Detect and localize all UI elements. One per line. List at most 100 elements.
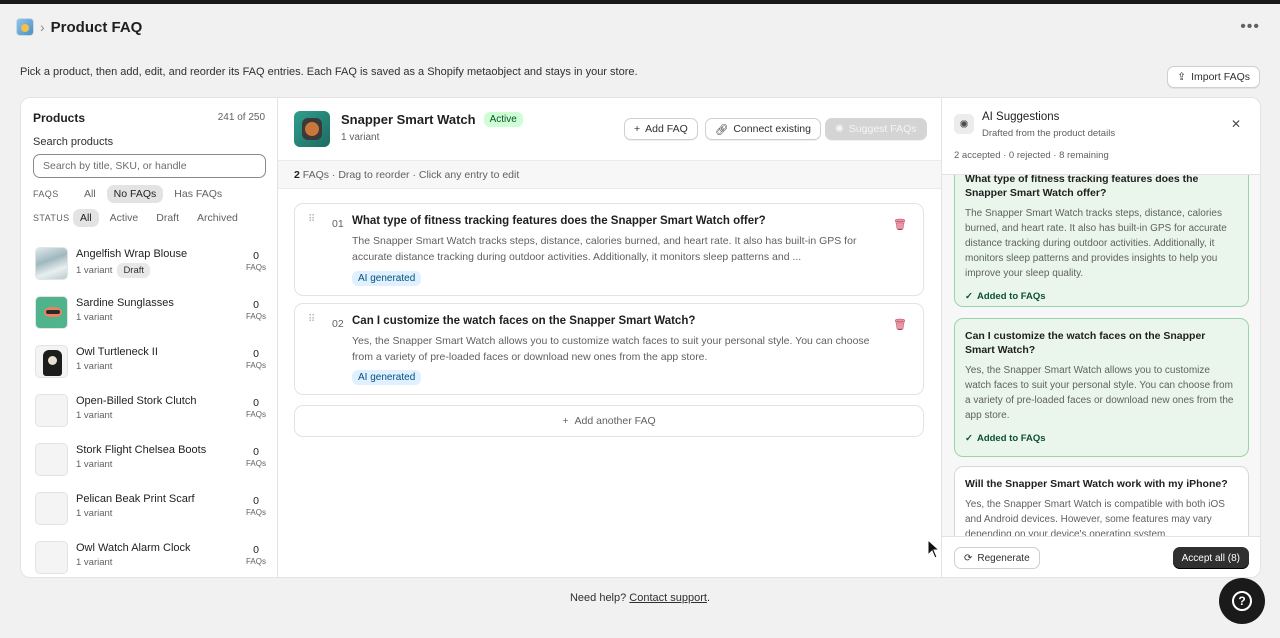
add-another-faq-button[interactable]: + Add another FAQ [294,405,924,437]
products-title: Products [33,111,86,125]
faq-count: 0 [253,397,259,409]
check-icon: ✓ [965,291,973,302]
import-faqs-button[interactable]: ⇪ Import FAQs [1167,66,1260,88]
add-faq-button[interactable]: + Add FAQ [624,118,698,140]
product-variants: 1 variant [76,459,113,470]
faq-filter-no-faqs[interactable]: No FAQs [106,185,164,203]
app-icon[interactable] [16,18,34,36]
suggest-faqs-button[interactable]: ✺ Suggest FAQs [825,118,927,140]
suggestion-answer: The Snapper Smart Watch tracks steps, di… [965,208,1227,279]
main-card: Products 241 of 250 Search products FAQS… [20,97,1261,578]
faq-count-label: FAQs [245,312,266,321]
faq-count: 0 [253,544,259,556]
product-detail-panel: Snapper Smart Watch Active 1 variant + A… [278,98,941,577]
status-filter-active[interactable]: Active [103,209,146,227]
link-icon: 🔗︎ [715,123,729,136]
check-icon: ✓ [965,433,973,444]
faq-filter-label: FAQS [33,189,59,199]
suggestion-card[interactable]: Can I customize the watch faces on the S… [954,318,1249,457]
refresh-icon: ⟳ [964,552,973,564]
product-row[interactable]: Sardine Sunglasses 1 variant 0 FAQs [21,293,278,342]
faq-filter-all[interactable]: All [77,185,103,203]
faq-count: 0 [253,446,259,458]
more-horizontal-icon[interactable]: ••• [1240,18,1260,36]
product-thumbnail [35,296,68,329]
faq-number: 02 [332,318,344,330]
trash-icon[interactable]: 🗑︎ [893,318,907,331]
ai-stats: 2 accepted · 0 rejected · 8 remaining [954,150,1109,161]
footer-text: Need help? [569,592,630,604]
status-filter-label: STATUS [33,213,70,223]
faq-question: What type of fitness tracking features d… [352,215,766,227]
import-faqs-label: Import FAQs [1191,71,1250,83]
product-variants: 1 variant [76,265,113,276]
suggestion-card[interactable]: Will the Snapper Smart Watch work with m… [954,466,1249,536]
add-another-faq-label: Add another FAQ [574,415,656,427]
products-panel: Products 241 of 250 Search products FAQS… [21,98,278,577]
product-title: Snapper Smart Watch [341,112,476,127]
product-name: Angelfish Wrap Blouse [76,248,188,260]
ai-panel-header: ✺ AI Suggestions Drafted from the produc… [942,98,1260,175]
faq-count-label: FAQs [245,508,266,517]
suggestion-answer: Yes, the Snapper Smart Watch is compatib… [965,499,1225,536]
status-filter-row: STATUS All Active Draft Archived [33,209,245,227]
faq-answer: The Snapper Smart Watch tracks steps, di… [352,235,857,263]
status-badge: Draft [117,263,151,278]
top-bar: › Product FAQ ••• [0,4,1280,50]
product-row[interactable]: Pelican Beak Print Scarf 1 variant 0 FAQs [21,489,278,538]
search-input[interactable] [33,154,266,178]
added-label: Added to FAQs [976,433,1046,444]
faq-filter-row: FAQS All No FAQs Has FAQs [33,185,229,203]
product-name: Stork Flight Chelsea Boots [76,444,207,456]
help-icon: ? [1232,591,1252,611]
connect-existing-label: Connect existing [733,123,811,135]
mouse-cursor-icon [927,539,941,559]
suggestion-answer: Yes, the Snapper Smart Watch allows you … [965,365,1234,421]
faq-count-label: FAQs [245,361,266,370]
product-row[interactable]: Stork Flight Chelsea Boots 1 variant 0 FA… [21,440,278,489]
sparkle-icon: ✺ [835,123,844,135]
faq-entry[interactable]: ⠿ 01 What type of fitness tracking featu… [294,203,924,296]
ai-panel-footer: ⟳ Regenerate Accept all (8) [942,536,1260,577]
trash-icon[interactable]: 🗑︎ [893,218,907,231]
status-filter-draft[interactable]: Draft [149,209,186,227]
faq-count-label: FAQs [245,459,266,468]
product-name: Open-Billed Stork Clutch [76,395,197,407]
product-row[interactable]: Owl Turtleneck II 1 variant 0 FAQs [21,342,278,391]
added-status: ✓ Added to FAQs [965,433,1238,444]
status-filter-archived[interactable]: Archived [190,209,245,227]
product-list: Angelfish Wrap Blouse 1 variant Draft 0 FA… [21,244,278,577]
product-variants: 1 variant [76,361,113,372]
drag-handle-icon[interactable]: ⠿ [308,215,315,225]
product-name: Owl Turtleneck II [76,346,158,358]
footer: Need help? Contact support. [0,592,1280,604]
product-row[interactable]: Open-Billed Stork Clutch 1 variant 0 FAQs [21,391,278,440]
faq-toolbar: 2 FAQs · Drag to reorder · Click any ent… [278,160,941,189]
help-button[interactable]: ? [1219,578,1265,624]
contact-support-link[interactable]: Contact support [629,592,707,604]
connect-existing-button[interactable]: 🔗︎ Connect existing [705,118,821,140]
drag-handle-icon[interactable]: ⠿ [308,315,315,325]
status-filter-all[interactable]: All [73,209,99,227]
products-count: 241 of 250 [217,112,265,123]
suggestion-card[interactable]: What type of fitness tracking features d… [954,175,1249,307]
product-row[interactable]: Owl Watch Alarm Clock 1 variant 0 FAQs [21,538,278,577]
suggestions-list[interactable]: What type of fitness tracking features d… [942,175,1260,536]
regenerate-button[interactable]: ⟳ Regenerate [954,547,1040,569]
product-image [294,111,330,147]
ai-panel-subtitle: Drafted from the product details [982,128,1116,139]
suggestion-question: What type of fitness tracking features d… [965,175,1199,199]
product-variants: 1 variant [341,132,380,143]
faq-filter-has-faqs[interactable]: Has FAQs [167,185,229,203]
product-name: Owl Watch Alarm Clock [76,542,191,554]
upload-icon: ⇪ [1177,71,1187,83]
faq-count: 0 [253,495,259,507]
close-icon[interactable]: ✕ [1231,117,1241,131]
faq-count-label: FAQs [245,263,266,272]
ai-generated-badge: AI generated [352,271,422,286]
faq-entry[interactable]: ⠿ 02 Can I customize the watch faces on … [294,303,924,395]
accept-all-button[interactable]: Accept all (8) [1172,547,1249,569]
plus-icon: + [634,123,641,135]
product-row[interactable]: Angelfish Wrap Blouse 1 variant Draft 0 FA… [21,244,278,293]
suggest-faqs-label: Suggest FAQs [848,123,917,135]
